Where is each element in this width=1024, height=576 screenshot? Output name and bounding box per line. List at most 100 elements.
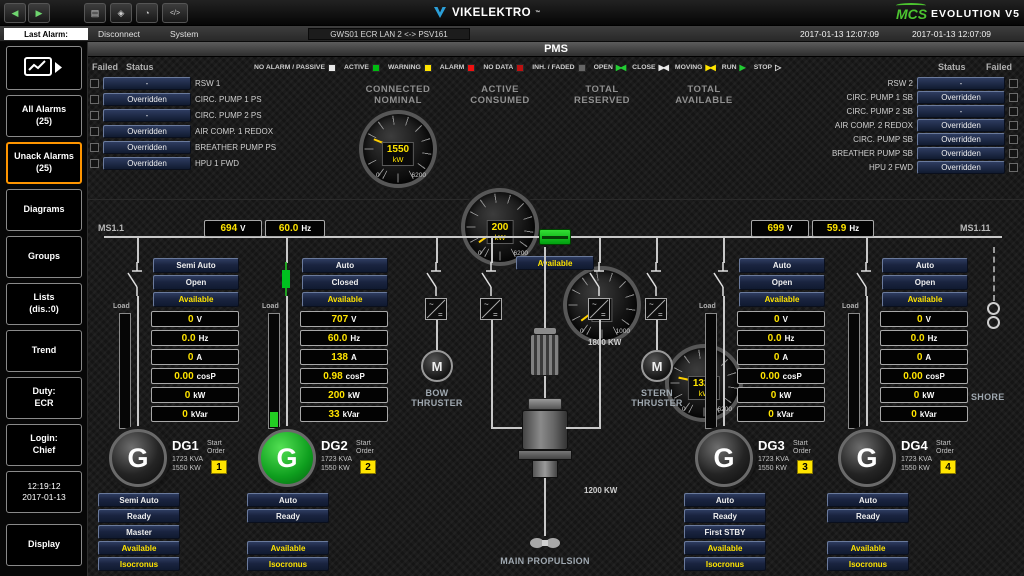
status-button[interactable]: Overridden: [103, 125, 191, 138]
sidebar-item-all-alarms[interactable]: All Alarms (25): [6, 95, 82, 137]
sidebar-item-unack-alarms[interactable]: Unack Alarms (25): [6, 142, 82, 184]
failed-checkbox[interactable]: [1009, 79, 1018, 88]
failed-checkbox[interactable]: [90, 143, 99, 152]
dg4-availability-button[interactable]: Available: [882, 292, 968, 307]
status-button[interactable]: Overridden: [917, 91, 1005, 104]
dg3-first-stby-button[interactable]: First STBY: [684, 525, 766, 539]
failed-checkbox[interactable]: [1009, 163, 1018, 172]
dg2-cosphi-readout: 0.98 cosP: [300, 368, 388, 384]
failed-checkbox[interactable]: [90, 95, 99, 104]
failed-checkbox[interactable]: [1009, 135, 1018, 144]
dg1-isocronus-button[interactable]: Isocronus: [98, 557, 180, 571]
dg3-ready-button[interactable]: Ready: [684, 509, 766, 523]
dg3-available-button[interactable]: Available: [684, 541, 766, 555]
feeder-line: [599, 238, 601, 263]
dg2-breaker-closed-icon[interactable]: [275, 262, 297, 296]
failed-checkbox[interactable]: [90, 79, 99, 88]
dg1-mode-status-button[interactable]: Semi Auto: [98, 493, 180, 507]
dg3-mode-status-button[interactable]: Auto: [684, 493, 766, 507]
alarm-silence-button[interactable]: ◈: [110, 3, 132, 23]
menu-system[interactable]: System: [170, 29, 198, 39]
last-alarm-chip[interactable]: Last Alarm:: [4, 28, 88, 40]
dg4-generator-symbol[interactable]: G: [838, 429, 896, 487]
feeder-breaker-icon[interactable]: [588, 262, 610, 296]
forward-button[interactable]: ▶: [28, 3, 50, 23]
status-button[interactable]: Overridden: [103, 93, 191, 106]
feeder-breaker-icon[interactable]: [480, 262, 502, 296]
bus-tie-status-button[interactable]: Available: [516, 256, 594, 270]
dg3-availability-button[interactable]: Available: [739, 292, 825, 307]
sidebar-item-diagrams[interactable]: Diagrams: [6, 189, 82, 231]
dg4-breaker-open-icon[interactable]: [855, 262, 877, 296]
dg3-generator-symbol[interactable]: G: [695, 429, 753, 487]
alarm-display-button[interactable]: [6, 46, 82, 90]
sidebar-item-duty[interactable]: Duty: ECR: [6, 377, 82, 419]
dg3-breaker-open-icon[interactable]: [712, 262, 734, 296]
dg4-start-order-label: Start Order: [936, 440, 954, 456]
status-button[interactable]: -: [103, 109, 191, 122]
dg2-mode-status-button[interactable]: Auto: [247, 493, 329, 507]
code-button[interactable]: </>: [162, 3, 188, 23]
dg4-mode-button[interactable]: Auto: [882, 258, 968, 273]
status-button[interactable]: -: [917, 77, 1005, 90]
bus-tie-breaker-closed[interactable]: [539, 229, 571, 245]
status-button[interactable]: Overridden: [917, 161, 1005, 174]
dg1-mode-button[interactable]: Semi Auto: [153, 258, 239, 273]
failed-checkbox[interactable]: [1009, 121, 1018, 130]
failed-checkbox[interactable]: [90, 127, 99, 136]
sidebar-item-lists[interactable]: Lists (dis.:0): [6, 283, 82, 325]
status-row: Overridden BREATHER PUMP PS: [90, 141, 276, 154]
dg4-mode-status-button[interactable]: Auto: [827, 493, 909, 507]
failed-checkbox[interactable]: [1009, 107, 1018, 116]
bow-breaker-icon[interactable]: [425, 262, 447, 296]
dg3-gen-line: [723, 296, 725, 430]
dg4-breaker-button[interactable]: Open: [882, 275, 968, 290]
dg1-available-button[interactable]: Available: [98, 541, 180, 555]
dg3-breaker-button[interactable]: Open: [739, 275, 825, 290]
dg4-ready-button[interactable]: Ready: [827, 509, 909, 523]
transformer-rating-label: 1800 KW: [588, 338, 622, 347]
sidebar-item-trend[interactable]: Trend: [6, 330, 82, 372]
status-button[interactable]: Overridden: [917, 119, 1005, 132]
sidebar-item-groups[interactable]: Groups: [6, 236, 82, 278]
sidebar-item-display[interactable]: Display: [6, 524, 82, 566]
dg3-isocronus-button[interactable]: Isocronus: [684, 557, 766, 571]
report-button[interactable]: ▤: [84, 3, 106, 23]
dg1-breaker-button[interactable]: Open: [153, 275, 239, 290]
dg1-generator-symbol[interactable]: G: [109, 429, 167, 487]
dg1-availability-button[interactable]: Available: [153, 292, 239, 307]
dg2-generator-symbol-running[interactable]: G: [258, 429, 316, 487]
stern-thruster-motor-symbol[interactable]: M: [641, 350, 673, 382]
dg1-ready-button[interactable]: Ready: [98, 509, 180, 523]
dg2-availability-button[interactable]: Available: [302, 292, 388, 307]
dg2-available-button[interactable]: Available: [247, 541, 329, 555]
menu-disconnect[interactable]: Disconnect: [98, 29, 140, 39]
status-button[interactable]: -: [917, 105, 1005, 118]
dg1-master-button[interactable]: Master: [98, 525, 180, 539]
dg2-breaker-button[interactable]: Closed: [302, 275, 388, 290]
status-button[interactable]: Overridden: [917, 133, 1005, 146]
dg4-isocronus-button[interactable]: Isocronus: [827, 557, 909, 571]
legend-no-alarm-swatch: [328, 63, 336, 72]
section-divider: [88, 199, 1024, 200]
failed-checkbox[interactable]: [90, 159, 99, 168]
dg2-ready-button[interactable]: Ready: [247, 509, 329, 523]
failed-checkbox[interactable]: [1009, 149, 1018, 158]
status-row: CIRC. PUMP SB Overridden: [768, 133, 1018, 146]
status-button[interactable]: Overridden: [103, 157, 191, 170]
stern-breaker-icon[interactable]: [645, 262, 667, 296]
dg1-breaker-open-icon[interactable]: [126, 262, 148, 296]
failed-checkbox[interactable]: [90, 111, 99, 120]
status-button[interactable]: Overridden: [917, 147, 1005, 160]
dg4-available-button[interactable]: Available: [827, 541, 909, 555]
dg2-isocronus-button[interactable]: Isocronus: [247, 557, 329, 571]
dg3-mode-button[interactable]: Auto: [739, 258, 825, 273]
failed-checkbox[interactable]: [1009, 93, 1018, 102]
bow-thruster-motor-symbol[interactable]: M: [421, 350, 453, 382]
sidebar-item-login[interactable]: Login: Chief: [6, 424, 82, 466]
dg2-mode-button[interactable]: Auto: [302, 258, 388, 273]
status-button[interactable]: -: [103, 77, 191, 90]
back-button[interactable]: ◀: [4, 3, 26, 23]
trend-dial-button[interactable]: ◔: [136, 3, 158, 23]
status-button[interactable]: Overridden: [103, 141, 191, 154]
